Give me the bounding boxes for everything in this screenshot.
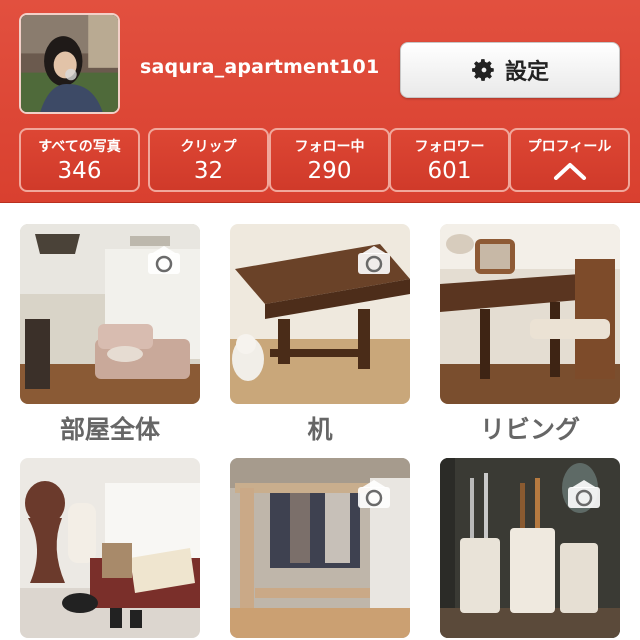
stat-label: すべての写真 (38, 139, 121, 155)
camera-icon (358, 480, 390, 508)
stat-value: 601 (427, 158, 472, 184)
camera-icon (568, 480, 600, 508)
stat-following[interactable]: フォロー中 290 (269, 128, 390, 192)
avatar[interactable] (19, 13, 120, 114)
avatar-photo (21, 15, 118, 112)
stat-all-photos[interactable]: すべての写真 346 (19, 128, 140, 192)
profile-header: saqura_apartment101 設定 すべての写真 346 クリップ 3… (0, 0, 640, 203)
stat-clips[interactable]: クリップ 32 (148, 128, 269, 192)
settings-button[interactable]: 設定 (400, 42, 620, 98)
stat-profile-toggle[interactable]: プロフィール (509, 128, 630, 192)
album-thumbnail[interactable] (440, 224, 620, 404)
album-thumbnail[interactable] (20, 458, 200, 638)
camera-icon (148, 246, 180, 274)
album-caption: リビング (479, 415, 580, 444)
camera-icon (358, 246, 390, 274)
username: saqura_apartment101 (140, 56, 380, 78)
album-caption: 部屋全体 (59, 415, 160, 444)
stat-value: 346 (57, 158, 102, 184)
stat-label: フォロー中 (294, 139, 365, 155)
display-photo (20, 458, 200, 638)
stat-followers[interactable]: フォロワー 601 (389, 128, 510, 192)
gear-icon (472, 59, 494, 81)
stat-label: フォロワー (414, 139, 485, 155)
stat-label: プロフィール (527, 139, 612, 155)
settings-label: 設定 (504, 60, 549, 85)
stat-value: 290 (307, 158, 352, 184)
living-photo (440, 224, 620, 404)
album-caption: 机 (307, 415, 333, 444)
stat-value: 32 (193, 158, 224, 184)
stat-label: クリップ (180, 139, 237, 155)
chevron-up-icon (553, 163, 586, 180)
